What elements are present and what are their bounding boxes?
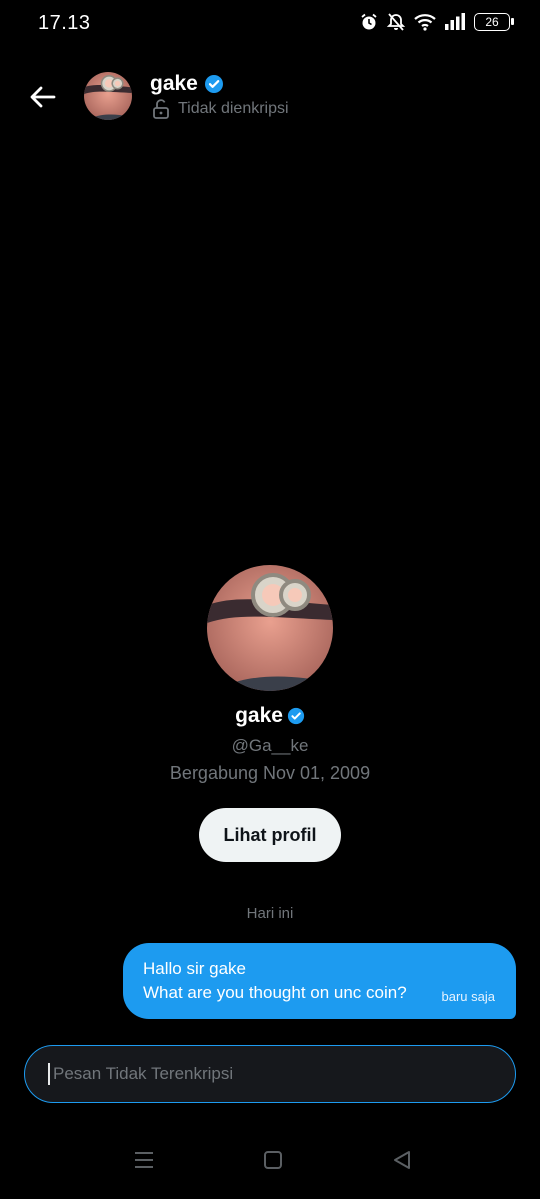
text-caret [48,1063,50,1085]
view-profile-button[interactable]: Lihat profil [199,808,341,862]
home-nav-icon [264,1151,282,1169]
mute-icon [386,13,406,31]
message-composer[interactable] [24,1045,516,1103]
profile-avatar[interactable] [207,565,333,691]
back-arrow-icon [30,86,56,108]
back-nav-icon [394,1151,410,1169]
signal-icon [445,13,465,30]
menu-nav-icon [135,1152,153,1168]
avatar-image [207,565,333,691]
header-name: gake [150,72,198,95]
battery-level: 26 [485,15,499,29]
home-nav-button[interactable] [263,1150,283,1175]
profile-joined-date: Bergabung Nov 01, 2009 [169,763,371,783]
wifi-icon [414,14,436,31]
header-name-row[interactable]: gake [150,72,224,96]
verified-badge-icon [204,75,223,93]
menu-nav-button[interactable] [133,1150,155,1175]
profile-handle: @Ga__ke [231,736,309,755]
encryption-status-label: Tidak dienkripsi [178,100,289,117]
battery-icon: 26 [474,13,514,31]
back-nav-button[interactable] [392,1150,412,1175]
profile-name: gake [235,704,283,727]
encryption-status: Tidak dienkripsi [152,99,289,119]
status-icons: 26 [360,12,514,32]
message-timestamp: baru saja [441,989,495,1004]
back-button[interactable] [26,80,60,114]
message-bubble[interactable]: Hallo sir gake What are you thought on u… [123,943,516,1019]
avatar-image [84,72,132,120]
alarm-icon [361,13,377,30]
verified-badge-icon [287,707,305,725]
header-avatar[interactable] [84,72,132,120]
message-text-line: Hallo sir gake [143,959,246,978]
date-separator: Hari ini [246,905,294,922]
unlock-icon [153,99,169,119]
message-input[interactable] [51,1063,495,1085]
profile-name-row: gake [0,704,540,728]
status-time: 17.13 [38,12,91,34]
